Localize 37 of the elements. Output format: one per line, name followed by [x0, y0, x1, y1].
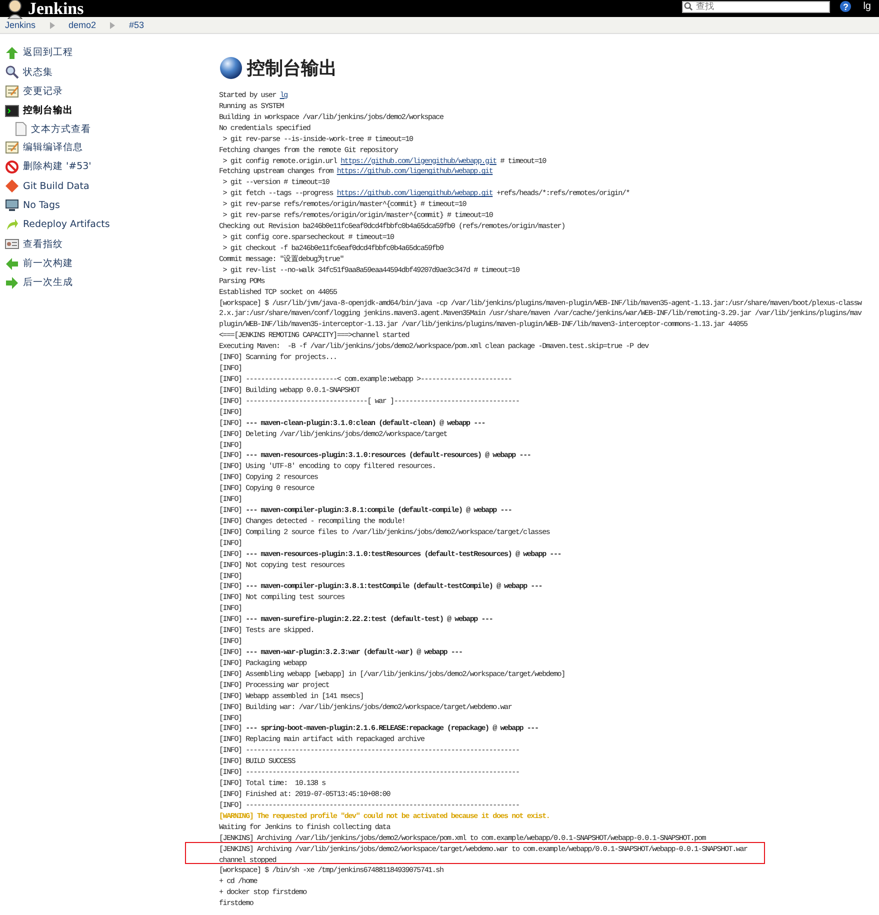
- sidebar-item[interactable]: Git Build Data: [23, 180, 90, 192]
- sidebar-item[interactable]: 返回到工程: [23, 46, 73, 60]
- sidebar-item[interactable]: 控制台输出: [23, 104, 73, 118]
- chevron-icon: [50, 22, 55, 28]
- curved-arrow-icon: [5, 218, 19, 232]
- sidebar-item[interactable]: 查看指纹: [23, 238, 63, 251]
- page-title: 控制台输出: [247, 57, 337, 80]
- breadcrumb-link[interactable]: demo2: [68, 20, 96, 30]
- sidebar-item[interactable]: 前一次构建: [23, 257, 73, 270]
- card-icon: [5, 237, 19, 252]
- left-arrow-icon: [5, 256, 19, 271]
- sidebar-item[interactable]: 文本方式查看: [31, 122, 91, 136]
- notepad-icon: [5, 84, 19, 98]
- help-button[interactable]: ?: [840, 1, 852, 12]
- sidebar-item[interactable]: Redeploy Artifacts: [23, 219, 110, 230]
- jenkins-logo[interactable]: Jenkins: [28, 0, 84, 17]
- up-arrow-icon: [5, 46, 19, 60]
- document-icon: [15, 122, 27, 136]
- user-link[interactable]: lg: [863, 1, 871, 12]
- no-entry-icon: [5, 160, 19, 174]
- sidebar-item[interactable]: No Tags: [23, 200, 60, 211]
- sidebar-item[interactable]: 编辑编译信息: [23, 140, 83, 154]
- sidebar-item[interactable]: 变更记录: [23, 84, 63, 98]
- notepad-icon: [5, 140, 19, 154]
- terminal-icon: [5, 104, 19, 118]
- breadcrumb-link[interactable]: Jenkins: [5, 20, 36, 30]
- sidebar-item[interactable]: 删除构建 '#53': [23, 160, 92, 174]
- search-icon: [684, 2, 694, 11]
- monitor-icon: [5, 198, 19, 212]
- breadcrumb-link[interactable]: #53: [129, 20, 144, 30]
- sidebar-item[interactable]: 状态集: [23, 66, 53, 79]
- search-icon: [5, 65, 19, 80]
- right-arrow-icon: [5, 276, 19, 290]
- sidebar-item[interactable]: 后一次生成: [23, 276, 73, 290]
- chevron-icon: [110, 22, 116, 28]
- sphere-icon: [219, 56, 243, 80]
- diamond-icon: [5, 179, 19, 194]
